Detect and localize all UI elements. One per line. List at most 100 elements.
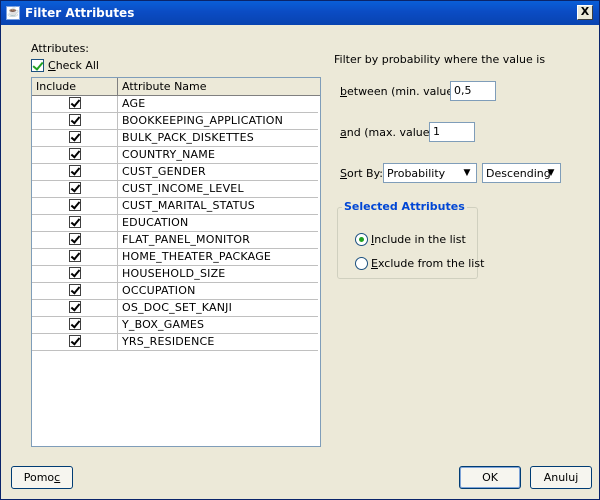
include-cell (32, 215, 118, 231)
check-all-rest: heck All (55, 59, 99, 72)
table-row[interactable]: BOOKKEEPING_APPLICATION (32, 113, 318, 130)
include-checkbox[interactable] (69, 165, 81, 177)
help-mnemonic: c (54, 471, 61, 484)
include-cell (32, 249, 118, 265)
close-button[interactable]: X (577, 5, 593, 20)
attributes-label: Attributes: (31, 42, 90, 55)
include-cell (32, 232, 118, 248)
include-checkbox[interactable] (69, 284, 81, 296)
attribute-name-cell: Y_BOX_GAMES (122, 318, 205, 331)
filter-attributes-dialog: ☕ Filter Attributes X Attributes: Check … (0, 0, 600, 500)
and-label: and (max. value): (340, 126, 438, 139)
attribute-name-cell: CUST_MARITAL_STATUS (122, 199, 255, 212)
attribute-name-cell: EDUCATION (122, 216, 189, 229)
include-checkbox[interactable] (69, 97, 81, 109)
window-title: Filter Attributes (25, 6, 135, 20)
check-all-checkbox[interactable]: Check All (31, 58, 99, 72)
table-row[interactable]: HOUSEHOLD_SIZE (32, 266, 318, 283)
help-button[interactable]: Pomoc (11, 466, 73, 489)
include-cell (32, 283, 118, 299)
include-cell (32, 317, 118, 333)
include-checkbox[interactable] (69, 301, 81, 313)
attribute-name-cell: CUST_GENDER (122, 165, 206, 178)
include-cell (32, 130, 118, 146)
table-row[interactable]: OCCUPATION (32, 283, 318, 300)
attribute-name-cell: AGE (122, 97, 146, 110)
and-mnemonic: a (340, 126, 347, 139)
table-row[interactable]: COUNTRY_NAME (32, 147, 318, 164)
table-row[interactable]: AGE (32, 96, 318, 113)
include-cell (32, 266, 118, 282)
include-label-rest: nclude in the list (374, 233, 466, 246)
dropdown-arrow-icon[interactable]: ▼ (543, 165, 559, 181)
include-cell (32, 113, 118, 129)
include-checkbox[interactable] (69, 182, 81, 194)
column-header-attribute-name[interactable]: Attribute Name (118, 78, 318, 95)
help-label-start: Pomo (23, 471, 55, 484)
java-app-icon: ☕ (6, 6, 20, 20)
checkmark-icon (31, 58, 44, 72)
between-label: between (min. value): (340, 85, 461, 98)
table-row[interactable]: CUST_INCOME_LEVEL (32, 181, 318, 198)
exclude-radio[interactable] (355, 257, 368, 270)
attribute-name-cell: OCCUPATION (122, 284, 196, 297)
include-checkbox[interactable] (69, 216, 81, 228)
ok-button[interactable]: OK (459, 466, 521, 489)
filter-heading: Filter by probability where the value is (334, 53, 546, 66)
include-cell (32, 300, 118, 316)
attribute-name-cell: BOOKKEEPING_APPLICATION (122, 114, 284, 127)
exclude-radio-label[interactable]: Exclude from the list (371, 257, 484, 270)
attribute-name-cell: HOME_THEATER_PACKAGE (122, 250, 272, 263)
min-value-input[interactable]: 0,5 (450, 81, 496, 101)
attributes-table: Include Attribute Name AGE BOOKKEEPING_AP… (31, 77, 321, 447)
check-all-label: Check All (48, 59, 99, 72)
include-cell (32, 164, 118, 180)
include-checkbox[interactable] (69, 148, 81, 160)
check-all-mnemonic: C (48, 59, 56, 72)
between-mnemonic: b (340, 85, 347, 98)
exclude-mnemonic: E (371, 257, 378, 270)
include-checkbox[interactable] (69, 199, 81, 211)
include-cell (32, 181, 118, 197)
between-label-rest: etween (min. value): (346, 85, 462, 98)
include-radio[interactable] (355, 233, 368, 246)
selected-attributes-title: Selected Attributes (342, 200, 467, 213)
include-checkbox[interactable] (69, 114, 81, 126)
attribute-name-cell: FLAT_PANEL_MONITOR (122, 233, 251, 246)
table-header: Include Attribute Name (32, 78, 320, 96)
include-radio-label[interactable]: Include in the list (371, 233, 466, 246)
table-row[interactable]: Y_BOX_GAMES (32, 317, 318, 334)
sort-order-dropdown[interactable]: Descending ▼ (482, 163, 561, 183)
exclude-label-rest: xclude from the list (377, 257, 485, 270)
include-checkbox[interactable] (69, 131, 81, 143)
title-bar[interactable]: ☕ Filter Attributes X (1, 1, 599, 25)
sort-mnemonic: S (340, 167, 347, 180)
column-header-include[interactable]: Include (32, 78, 118, 95)
max-value-input[interactable]: 1 (429, 122, 475, 142)
table-row[interactable]: EDUCATION (32, 215, 318, 232)
table-row[interactable]: FLAT_PANEL_MONITOR (32, 232, 318, 249)
table-row[interactable]: OS_DOC_SET_KANJI (32, 300, 318, 317)
dropdown-arrow-icon[interactable]: ▼ (459, 165, 475, 181)
table-row[interactable]: BULK_PACK_DISKETTES (32, 130, 318, 147)
table-row[interactable]: HOME_THEATER_PACKAGE (32, 249, 318, 266)
include-checkbox[interactable] (69, 318, 81, 330)
attribute-name-cell: HOUSEHOLD_SIZE (122, 267, 226, 280)
include-cell (32, 147, 118, 163)
table-row[interactable]: YRS_RESIDENCE (32, 334, 318, 351)
include-checkbox[interactable] (69, 233, 81, 245)
attribute-name-cell: CUST_INCOME_LEVEL (122, 182, 244, 195)
sort-label-rest: ort By: (346, 167, 384, 180)
sort-by-dropdown[interactable]: Probability ▼ (383, 163, 477, 183)
include-cell (32, 96, 118, 112)
include-checkbox[interactable] (69, 335, 81, 347)
attribute-name-cell: OS_DOC_SET_KANJI (122, 301, 233, 314)
and-label-rest: nd (max. value): (346, 126, 438, 139)
table-row[interactable]: CUST_GENDER (32, 164, 318, 181)
table-row[interactable]: CUST_MARITAL_STATUS (32, 198, 318, 215)
include-checkbox[interactable] (69, 267, 81, 279)
include-checkbox[interactable] (69, 250, 81, 262)
sort-by-label: Sort By: (340, 167, 383, 180)
attribute-name-cell: BULK_PACK_DISKETTES (122, 131, 254, 144)
cancel-button[interactable]: Anuluj (530, 466, 592, 489)
